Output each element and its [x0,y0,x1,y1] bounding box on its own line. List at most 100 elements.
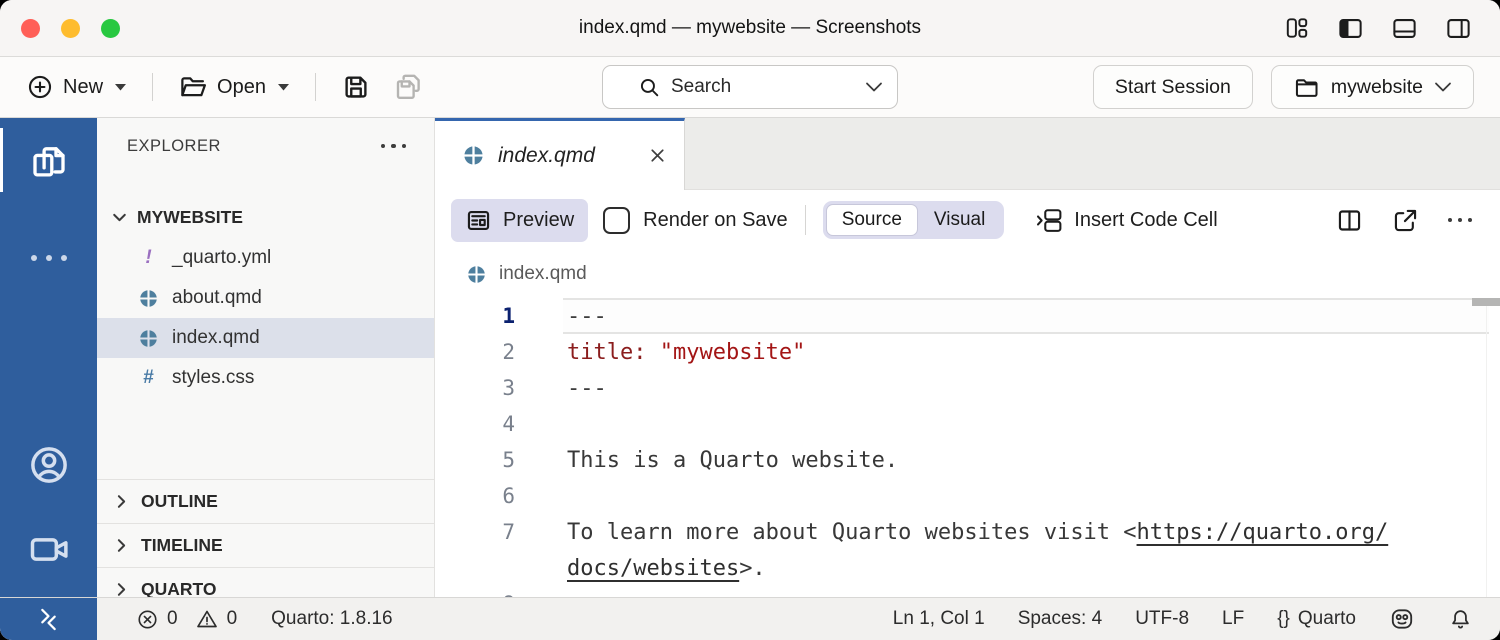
toggle-panel-icon[interactable] [1391,15,1418,42]
chevron-down-icon [114,83,127,91]
file-name: styles.css [172,367,254,389]
editor-scrollbar[interactable] [1486,298,1500,597]
notifications-bell-icon[interactable] [1448,607,1473,632]
explorer-sidebar: EXPLORER MYWEBSITE ! _quarto.yml about.q… [97,118,435,597]
line-number: 5 [435,448,515,472]
language-label: Quarto [1298,608,1356,630]
remote-indicator[interactable] [0,598,97,640]
folder-icon [1293,74,1320,101]
editor-action-bar: Preview Render on Save Source Visual [435,190,1500,250]
toggle-secondary-sidebar-icon[interactable] [1445,15,1472,42]
code-line[interactable]: 5 This is a Quarto website. [435,442,1500,478]
insert-code-cell-button[interactable]: Insert Code Cell [1035,206,1217,235]
code-line[interactable]: 7 To learn more about Quarto websites vi… [435,514,1500,550]
checkbox-unchecked-icon[interactable] [603,207,630,234]
top-toolbar: New Open [0,57,1500,118]
cursor-position[interactable]: Ln 1, Col 1 [893,608,985,630]
hyperlink[interactable]: https://quarto.org/ [1137,520,1389,545]
line-number: 6 [435,484,515,508]
language-mode[interactable]: {} Quarto [1277,608,1356,630]
activity-camera-button[interactable] [0,507,97,591]
open-in-new-window-icon[interactable] [1392,207,1419,234]
line-number: 4 [435,412,515,436]
divider [152,73,153,101]
close-tab-icon[interactable] [647,145,668,166]
chevron-right-icon [112,536,131,555]
folder-open-icon [178,72,208,102]
chevron-right-icon [112,492,131,511]
activity-bar [0,118,97,597]
hyperlink[interactable]: docs/websites [567,556,739,581]
activity-explorer-button[interactable] [0,118,97,202]
problems-indicator[interactable]: 0 0 [136,607,237,631]
line-number: 2 [435,340,515,364]
tree-item-about-qmd[interactable]: about.qmd [97,278,434,318]
minimize-window-button[interactable] [61,19,80,38]
code-line[interactable]: 2 title: "mywebsite" [435,334,1500,370]
warning-icon [195,607,219,631]
divider [805,205,806,235]
zoom-window-button[interactable] [101,19,120,38]
explorer-header-label: EXPLORER [127,137,221,156]
status-bar: 0 0 Quarto: 1.8.16 Ln 1, Col 1 Spaces: 4… [0,597,1500,640]
code-editor[interactable]: 1 --- 2 title: "mywebsite" 3 --- 4 5 [435,298,1500,597]
workspace-switcher-button[interactable]: mywebsite [1271,65,1474,109]
code-line[interactable]: 1 --- [435,298,1500,334]
code-line-wrap[interactable]: docs/websites>. [435,550,1500,586]
tree-item-index-qmd[interactable]: index.qmd [97,318,434,358]
start-session-button[interactable]: Start Session [1093,65,1253,109]
app-window: index.qmd — mywebsite — Screenshots [0,0,1500,640]
account-icon [27,443,71,487]
split-editor-icon[interactable] [1336,207,1363,234]
more-actions-icon[interactable] [1448,218,1473,223]
save-all-button[interactable] [393,72,423,102]
tree-item-styles-css[interactable]: # styles.css [97,358,434,398]
quarto-file-icon [462,144,485,167]
feedback-smiley-icon[interactable] [1389,606,1415,632]
customize-layout-icon[interactable] [1284,15,1310,41]
eol-sequence[interactable]: LF [1222,608,1244,630]
divider [315,73,316,101]
tab-index-qmd[interactable]: index.qmd [435,118,685,190]
encoding[interactable]: UTF-8 [1135,608,1189,630]
section-label: OUTLINE [141,491,218,512]
tree-root-mywebsite[interactable]: MYWEBSITE [97,196,434,238]
toggle-primary-sidebar-icon[interactable] [1337,15,1364,42]
remote-icon [35,606,62,633]
source-mode-button[interactable]: Source [826,204,918,236]
new-button-label: New [63,76,103,99]
save-button[interactable] [341,72,371,102]
ellipsis-icon [31,255,67,261]
breadcrumb[interactable]: index.qmd [435,250,1500,298]
section-quarto[interactable]: QUARTO [97,567,434,597]
insert-code-cell-label: Insert Code Cell [1074,209,1217,232]
close-window-button[interactable] [21,19,40,38]
section-timeline[interactable]: TIMELINE [97,523,434,567]
source-visual-toggle: Source Visual [823,201,1005,239]
warning-count: 0 [227,608,238,630]
section-outline[interactable]: OUTLINE [97,479,434,523]
window-title: index.qmd — mywebsite — Screenshots [0,17,1500,39]
code-line[interactable]: 4 [435,406,1500,442]
tab-strip: index.qmd [435,118,1500,190]
code-line[interactable]: 3 --- [435,370,1500,406]
search-placeholder: Search [671,76,731,98]
chevron-down-icon [865,81,883,93]
search-input[interactable]: Search [602,65,898,109]
new-button[interactable]: New [26,73,127,101]
start-session-label: Start Session [1115,76,1231,99]
explorer-more-actions-icon[interactable] [381,144,407,149]
quarto-version[interactable]: Quarto: 1.8.16 [271,608,392,630]
overview-ruler-mark [1472,298,1500,306]
render-on-save-toggle[interactable]: Render on Save [603,207,788,234]
visual-mode-button[interactable]: Visual [918,205,1001,235]
code-line[interactable]: 8 [435,586,1500,597]
activity-more-button[interactable] [0,216,97,300]
preview-button[interactable]: Preview [451,199,588,242]
tree-item-quarto-yml[interactable]: ! _quarto.yml [97,238,434,278]
activity-account-button[interactable] [0,423,97,507]
code-line[interactable]: 6 [435,478,1500,514]
title-bar: index.qmd — mywebsite — Screenshots [0,0,1500,57]
indentation[interactable]: Spaces: 4 [1018,608,1103,630]
open-button[interactable]: Open [178,72,290,102]
